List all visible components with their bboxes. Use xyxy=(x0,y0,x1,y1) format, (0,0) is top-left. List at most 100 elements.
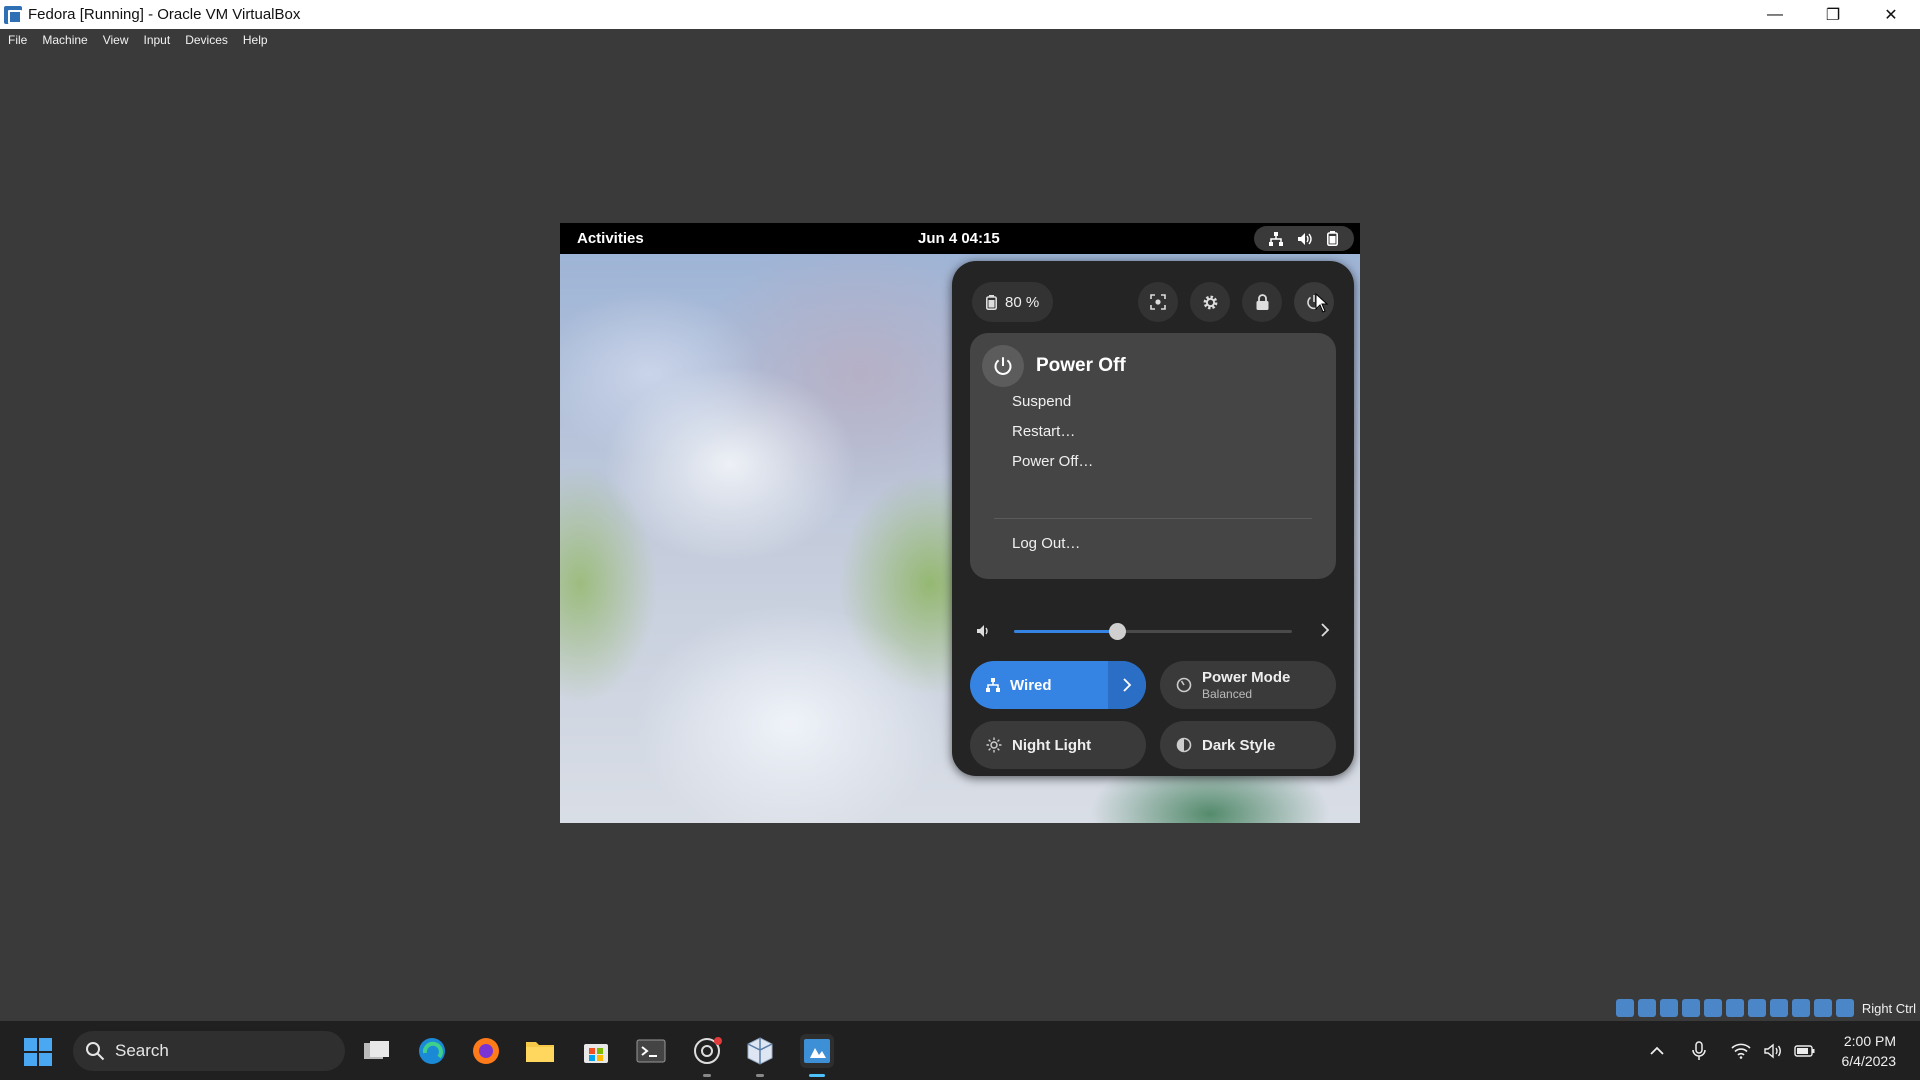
screenshot-button[interactable] xyxy=(1138,282,1178,322)
night-light-toggle[interactable]: Night Light xyxy=(970,721,1146,769)
chrome-icon xyxy=(694,1037,722,1064)
quick-settings-header: 80 % xyxy=(972,281,1334,323)
running-indicator xyxy=(703,1074,711,1077)
clock-time: 2:00 PM xyxy=(1843,1032,1896,1049)
taskbar-app-file-explorer[interactable] xyxy=(523,1034,557,1068)
system-tray: 2:00 PM 6/4/2023 xyxy=(1642,1021,1920,1080)
lock-button[interactable] xyxy=(1242,282,1282,322)
battery-percentage: 80 % xyxy=(1005,293,1040,311)
taskbar-clock[interactable]: 2:00 PM 6/4/2023 xyxy=(1842,1031,1897,1071)
volume-button[interactable] xyxy=(1758,1036,1788,1066)
taskbar-app-edge[interactable] xyxy=(415,1034,449,1068)
virtualbox-icon xyxy=(747,1037,773,1065)
mouse-cursor-icon xyxy=(1315,293,1329,313)
chevron-right-icon xyxy=(1123,678,1132,692)
settings-icon xyxy=(1203,295,1217,309)
dark-style-icon xyxy=(1176,737,1192,753)
volume-slider-row xyxy=(970,616,1336,646)
menu-input[interactable]: Input xyxy=(144,33,171,47)
battery-icon xyxy=(1324,231,1340,247)
menu-machine[interactable]: Machine xyxy=(42,33,87,47)
screenshot-icon xyxy=(1150,294,1166,310)
night-light-label: Night Light xyxy=(1012,736,1092,754)
power-off-header: Power Off xyxy=(982,345,1126,387)
menu-file[interactable]: File xyxy=(8,33,27,47)
shared-folders-icon[interactable] xyxy=(1725,999,1744,1017)
menu-view[interactable]: View xyxy=(103,33,129,47)
wired-toggle[interactable]: Wired xyxy=(970,661,1146,709)
virtualbox-icon xyxy=(4,5,22,24)
microphone-button[interactable] xyxy=(1684,1036,1714,1066)
top-bar-clock[interactable]: Jun 4 04:15 xyxy=(918,230,1000,247)
minimize-button[interactable]: — xyxy=(1746,0,1804,29)
volume-slider[interactable] xyxy=(1014,623,1292,640)
wifi-button[interactable] xyxy=(1726,1036,1756,1066)
windows-taskbar: Search 2:00 PM 6/4/2023 xyxy=(0,1021,1920,1080)
task-view-button[interactable] xyxy=(360,1034,394,1068)
battery-icon xyxy=(1793,1044,1814,1057)
usb-icon[interactable] xyxy=(1703,999,1722,1017)
volume-slider-handle[interactable] xyxy=(1108,623,1126,640)
power-mode-label: Power Mode xyxy=(1202,669,1291,686)
menu-help[interactable]: Help xyxy=(243,33,268,47)
hard-disk-icon[interactable] xyxy=(1615,999,1634,1017)
clock-date: 6/4/2023 xyxy=(1841,1052,1897,1069)
active-indicator xyxy=(809,1074,825,1077)
keyboard-icon[interactable] xyxy=(1835,999,1854,1017)
taskbar-app-terminal[interactable] xyxy=(634,1034,668,1068)
menu-devices[interactable]: Devices xyxy=(185,33,228,47)
battery-icon xyxy=(986,294,997,310)
wifi-icon xyxy=(1730,1043,1751,1059)
restart-item[interactable]: Restart… xyxy=(1012,423,1075,440)
restore-button[interactable]: ❐ xyxy=(1804,0,1862,29)
taskbar-app-fedora-vm[interactable] xyxy=(800,1034,834,1077)
chevron-right-icon[interactable] xyxy=(1320,622,1330,638)
close-button[interactable]: ✕ xyxy=(1862,0,1920,29)
vbox-status-bar: Right Ctrl xyxy=(1615,996,1920,1020)
mouse-integration-icon[interactable] xyxy=(1813,999,1832,1017)
start-button[interactable] xyxy=(24,1038,52,1066)
activities-button[interactable]: Activities xyxy=(577,230,644,247)
task-view-icon xyxy=(364,1041,389,1059)
taskbar-search[interactable]: Search xyxy=(73,1031,345,1071)
power-off-item[interactable]: Power Off… xyxy=(1012,453,1093,470)
taskbar-app-store[interactable] xyxy=(579,1034,613,1068)
speaker-icon xyxy=(1763,1043,1781,1058)
taskbar-app-virtualbox-manager[interactable] xyxy=(743,1034,777,1077)
network-wired-icon xyxy=(986,678,1000,692)
window-controls: — ❐ ✕ xyxy=(1746,0,1920,29)
cpu-icon[interactable] xyxy=(1791,999,1810,1017)
power-mode-value: Balanced xyxy=(1202,687,1253,701)
recording-icon[interactable] xyxy=(1769,999,1788,1017)
wired-submenu-button[interactable] xyxy=(1108,661,1146,709)
dark-style-toggle[interactable]: Dark Style xyxy=(1160,721,1336,769)
terminal-icon xyxy=(636,1039,666,1063)
volume-slider-fill xyxy=(1014,630,1117,633)
optical-drive-icon[interactable] xyxy=(1637,999,1656,1017)
show-hidden-icons-button[interactable] xyxy=(1642,1036,1672,1066)
running-indicator xyxy=(756,1074,764,1077)
power-mode-toggle[interactable]: Power Mode Balanced xyxy=(1160,661,1336,709)
lock-icon xyxy=(1256,294,1268,310)
network-icon[interactable] xyxy=(1681,999,1700,1017)
windows-logo-icon xyxy=(24,1038,37,1051)
firefox-icon xyxy=(473,1038,499,1064)
search-icon xyxy=(86,1042,105,1061)
settings-button[interactable] xyxy=(1190,282,1230,322)
taskbar-app-firefox[interactable] xyxy=(469,1034,503,1068)
battery-button[interactable] xyxy=(1790,1036,1820,1066)
chevron-up-icon xyxy=(1649,1046,1664,1055)
vm-screen[interactable]: Activities Jun 4 04:15 80 % Power Off Su… xyxy=(560,223,1360,823)
log-out-item[interactable]: Log Out… xyxy=(1012,535,1080,552)
host-key-label: Right Ctrl xyxy=(1861,1000,1916,1016)
system-menu-button[interactable] xyxy=(1254,226,1354,251)
window-titlebar: Fedora [Running] - Oracle VM VirtualBox … xyxy=(0,0,1920,29)
audio-icon[interactable] xyxy=(1659,999,1678,1017)
display-icon[interactable] xyxy=(1747,999,1766,1017)
suspend-item[interactable]: Suspend xyxy=(1012,393,1071,410)
wired-label: Wired xyxy=(1010,676,1052,694)
edge-icon xyxy=(419,1038,445,1064)
menu-separator xyxy=(994,518,1312,519)
taskbar-app-chrome[interactable] xyxy=(690,1034,724,1077)
window-title: Fedora [Running] - Oracle VM VirtualBox xyxy=(28,6,301,23)
